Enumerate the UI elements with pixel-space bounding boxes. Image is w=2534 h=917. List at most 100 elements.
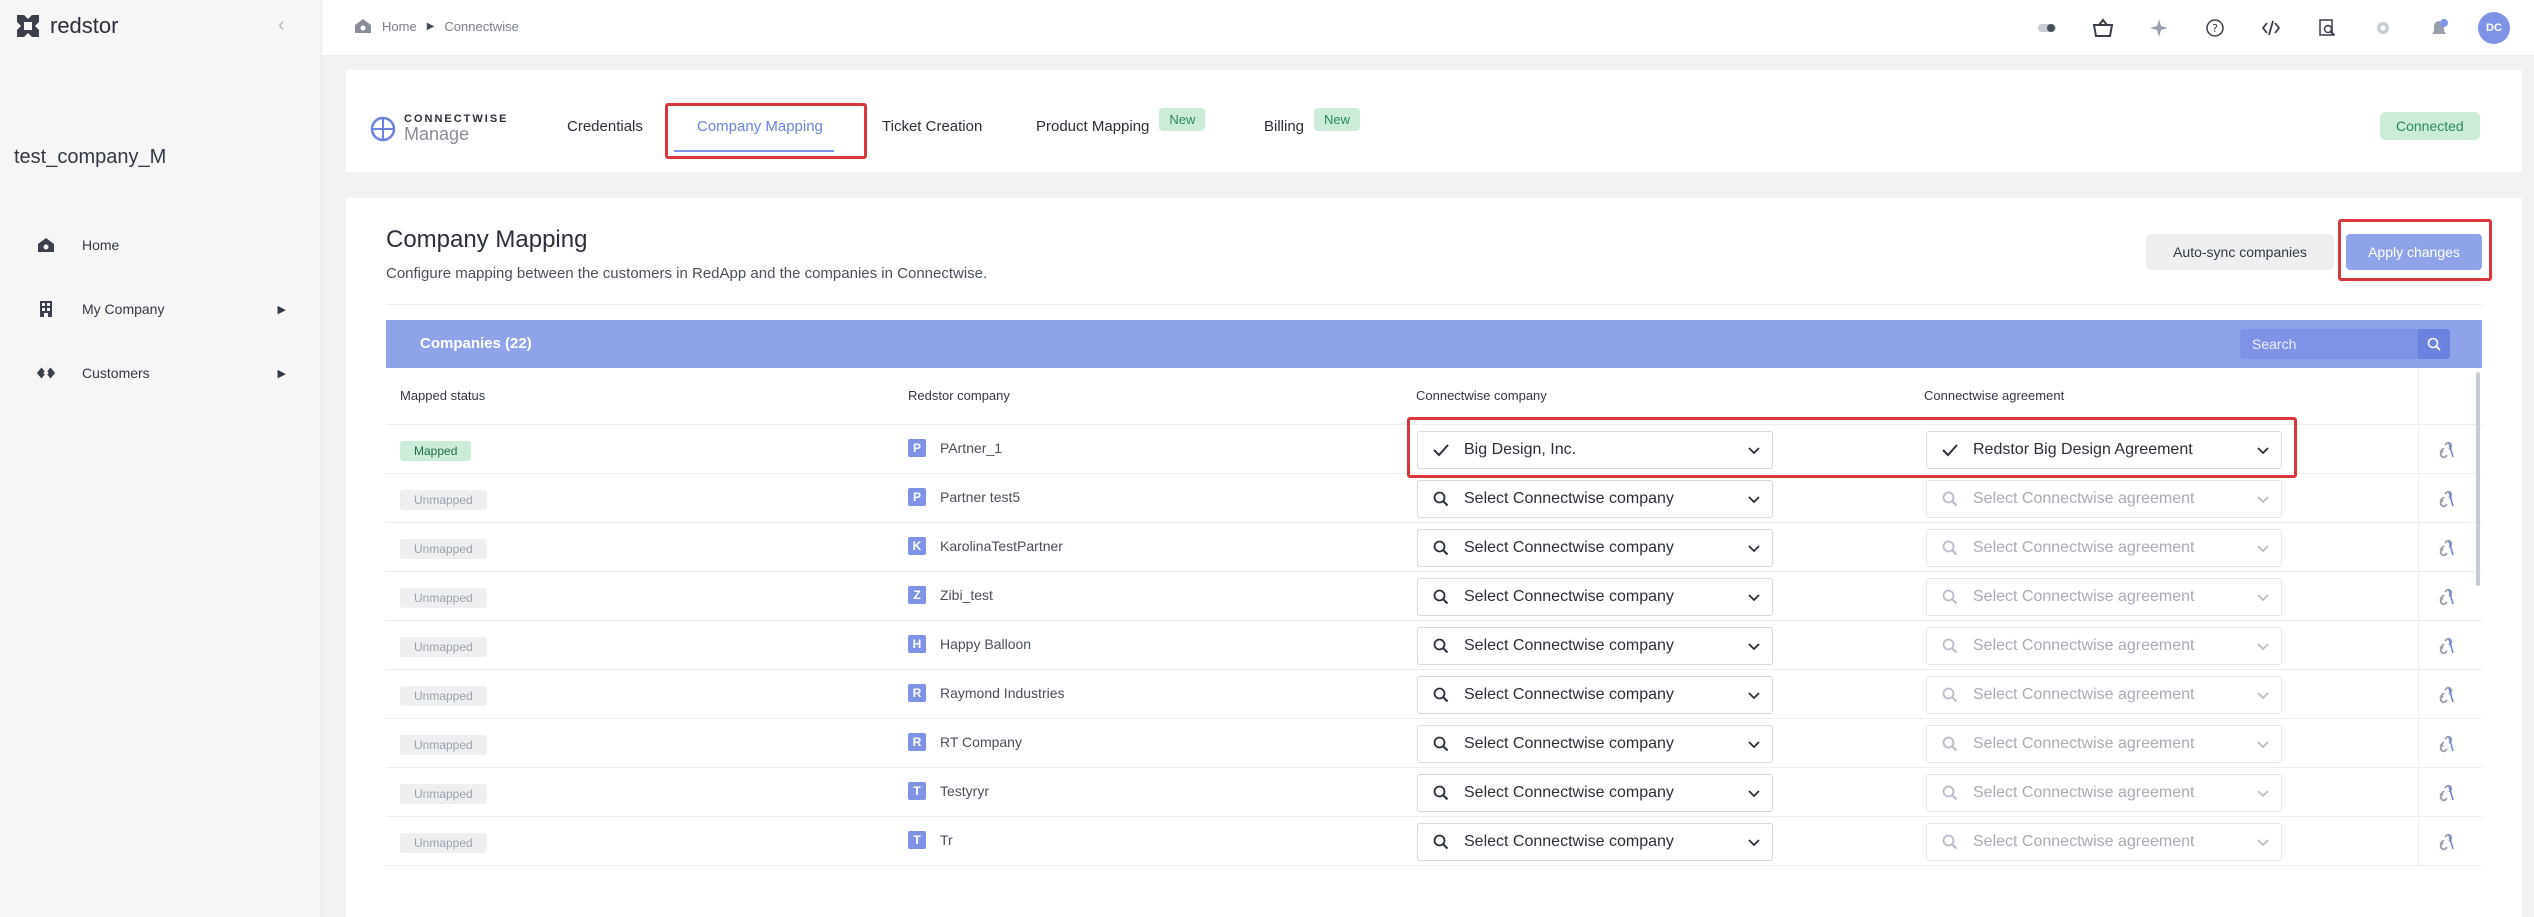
search-button[interactable] <box>2418 329 2450 359</box>
tab-billing[interactable]: Billing New <box>1264 108 1361 135</box>
settings-icon[interactable] <box>2366 13 2400 43</box>
tab-company-mapping[interactable]: Company Mapping <box>697 118 823 135</box>
search-document-icon[interactable] <box>2310 13 2344 43</box>
redstor-company: T Testyryr <box>908 782 989 800</box>
chevron-down-icon[interactable] <box>1736 593 1772 602</box>
company-name: Raymond Industries <box>940 685 1065 701</box>
chevron-down-icon[interactable] <box>1736 838 1772 847</box>
unlink-icon[interactable] <box>2436 587 2456 607</box>
chevron-down-icon[interactable] <box>1736 691 1772 700</box>
connectwise-agreement-select[interactable]: Redstor Big Design Agreement <box>1926 431 2282 469</box>
company-name: KarolinaTestPartner <box>940 538 1063 554</box>
column-header-connectwise-company[interactable]: Connectwise company <box>1416 388 1547 403</box>
connectwise-agreement-select[interactable]: Select Connectwise agreement <box>1926 823 2282 861</box>
tab-product-mapping[interactable]: Product Mapping New <box>1036 108 1206 135</box>
scrollbar[interactable] <box>2476 372 2480 586</box>
connectwise-company-select[interactable]: Select Connectwise company <box>1417 578 1773 616</box>
connectwise-agreement-select[interactable]: Select Connectwise agreement <box>1926 725 2282 763</box>
sidebar-item-my-company[interactable]: My Company ▶ <box>36 289 286 329</box>
sidebar-item-home[interactable]: Home <box>36 225 286 265</box>
connectwise-company-select[interactable]: Big Design, Inc. <box>1417 431 1773 469</box>
help-icon[interactable]: ? <box>2198 13 2232 43</box>
connectwise-agreement-select[interactable]: Select Connectwise agreement <box>1926 529 2282 567</box>
table-row: Unmapped P Partner test5 Select Connectwise… <box>386 473 2482 522</box>
status-badge: Unmapped <box>400 833 487 853</box>
search-icon <box>1418 834 1464 850</box>
unlink-icon[interactable] <box>2436 783 2456 803</box>
breadcrumb-home[interactable]: Home <box>382 19 417 34</box>
connectwise-company-select[interactable]: Select Connectwise company <box>1417 627 1773 665</box>
chevron-down-icon[interactable] <box>2245 789 2281 798</box>
chevron-down-icon[interactable] <box>2245 740 2281 749</box>
column-header-redstor-company[interactable]: Redstor company <box>908 388 1010 403</box>
expand-arrow-icon[interactable]: ▶ <box>278 303 286 316</box>
unlink-icon[interactable] <box>2436 734 2456 754</box>
chevron-down-icon[interactable] <box>1736 446 1772 455</box>
connectwise-company-select[interactable]: Select Connectwise company <box>1417 529 1773 567</box>
column-header-connectwise-agreement[interactable]: Connectwise agreement <box>1924 388 2064 403</box>
auto-sync-companies-button[interactable]: Auto-sync companies <box>2146 234 2334 270</box>
chevron-down-icon[interactable] <box>2245 593 2281 602</box>
tab-ticket-creation[interactable]: Ticket Creation <box>882 118 982 135</box>
connectwise-company-select[interactable]: Select Connectwise company <box>1417 676 1773 714</box>
connectwise-company-select[interactable]: Select Connectwise company <box>1417 774 1773 812</box>
connectwise-agreement-select[interactable]: Select Connectwise agreement <box>1926 676 2282 714</box>
breadcrumb-separator-icon: ▶ <box>426 20 435 32</box>
apply-changes-button[interactable]: Apply changes <box>2346 234 2482 270</box>
chevron-down-icon[interactable] <box>1736 740 1772 749</box>
customers-icon <box>36 363 56 383</box>
connectwise-company-select[interactable]: Select Connectwise company <box>1417 725 1773 763</box>
toggle-icon[interactable] <box>2030 13 2064 43</box>
chevron-down-icon[interactable] <box>1736 789 1772 798</box>
check-icon <box>1418 443 1464 457</box>
basket-icon[interactable] <box>2086 13 2120 43</box>
search-box <box>2240 329 2450 359</box>
unlink-icon[interactable] <box>2436 636 2456 656</box>
chevron-down-icon[interactable] <box>2245 446 2281 455</box>
search-icon <box>1927 589 1973 605</box>
connectwise-agreement-select[interactable]: Select Connectwise agreement <box>1926 480 2282 518</box>
avatar[interactable]: DC <box>2478 12 2510 44</box>
sparkle-icon[interactable] <box>2142 13 2176 43</box>
chevron-down-icon[interactable] <box>2245 642 2281 651</box>
connectwise-agreement-select[interactable]: Select Connectwise agreement <box>1926 578 2282 616</box>
connectwise-agreement-select[interactable]: Select Connectwise agreement <box>1926 774 2282 812</box>
unlink-icon[interactable] <box>2436 685 2456 705</box>
sidebar-item-customers[interactable]: Customers ▶ <box>36 353 286 393</box>
table-row: Unmapped T Testyryr Select Connectwise comp… <box>386 767 2482 816</box>
search-input[interactable] <box>2240 329 2418 359</box>
redstor-company: R RT Company <box>908 733 1022 751</box>
chevron-down-icon[interactable] <box>1736 495 1772 504</box>
status-badge: Unmapped <box>400 735 487 755</box>
chevron-down-icon[interactable] <box>2245 544 2281 553</box>
column-header-mapped-status[interactable]: Mapped status <box>400 388 485 403</box>
table-row: Unmapped H Happy Balloon Select Connectwise… <box>386 620 2482 669</box>
chevron-down-icon[interactable] <box>2245 691 2281 700</box>
unlink-icon[interactable] <box>2436 538 2456 558</box>
connectwise-company-select[interactable]: Select Connectwise company <box>1417 823 1773 861</box>
status-badge: Unmapped <box>400 539 487 559</box>
status-badge: Unmapped <box>400 588 487 608</box>
chevron-down-icon[interactable] <box>1736 544 1772 553</box>
unlink-icon[interactable] <box>2436 832 2456 852</box>
search-icon <box>1927 540 1973 556</box>
home-icon[interactable] <box>354 18 372 34</box>
tab-label: Ticket Creation <box>882 118 983 135</box>
brand[interactable]: redstor <box>14 12 118 40</box>
company-initial: R <box>908 733 926 751</box>
chevron-down-icon[interactable] <box>2245 495 2281 504</box>
tab-credentials[interactable]: Credentials <box>567 118 643 135</box>
chevron-down-icon[interactable] <box>2245 838 2281 847</box>
collapse-sidebar-icon[interactable]: ‹ <box>278 14 285 37</box>
connectwise-agreement-select[interactable]: Select Connectwise agreement <box>1926 627 2282 665</box>
tab-label: Product Mapping <box>1036 118 1150 135</box>
code-icon[interactable] <box>2254 13 2288 43</box>
connectwise-company-select[interactable]: Select Connectwise company <box>1417 480 1773 518</box>
unlink-icon[interactable] <box>2436 440 2456 460</box>
notifications-icon[interactable] <box>2422 13 2456 43</box>
unlink-icon[interactable] <box>2436 489 2456 509</box>
status-badge: Unmapped <box>400 784 487 804</box>
chevron-down-icon[interactable] <box>1736 642 1772 651</box>
sidebar-item-label: Customers <box>82 365 150 381</box>
expand-arrow-icon[interactable]: ▶ <box>278 367 286 380</box>
